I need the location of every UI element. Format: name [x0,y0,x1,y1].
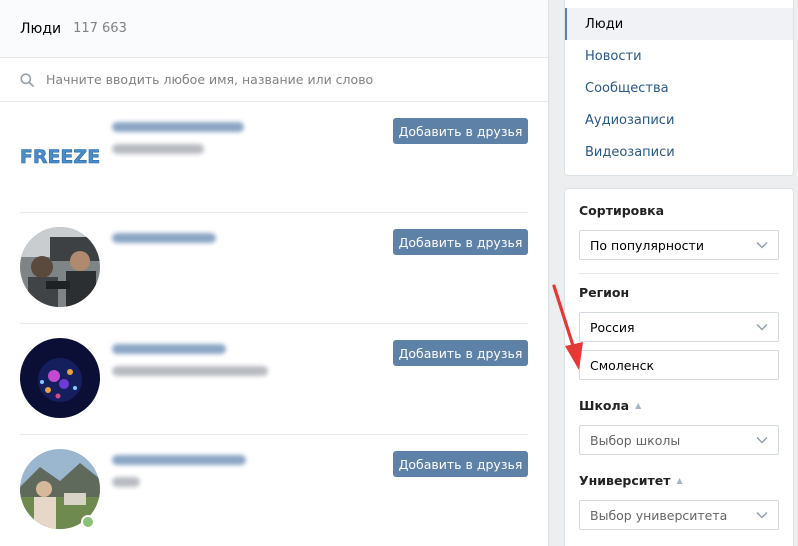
sort-select[interactable]: По популярности [579,230,779,260]
list-item: Добавить в друзья [20,324,528,435]
school-placeholder: Выбор школы [590,432,681,448]
chevron-down-icon [756,241,768,249]
avatar-photo [20,227,100,307]
list-item: Добавить в друзья [20,213,528,324]
university-label[interactable]: Университет ▲ [579,473,779,488]
list-item: FREEZE Добавить в друзья [20,102,528,213]
blurred-name [112,344,226,354]
avatar[interactable] [20,338,100,418]
avatar-photo [20,338,100,418]
search-bar [0,58,548,102]
nav-item-people[interactable]: Люди [565,8,793,40]
school-label[interactable]: Школа ▲ [579,398,779,413]
blurred-subtitle [112,366,268,376]
people-panel: Люди 117 663 FREEZE Добавить в друзья [0,0,549,546]
search-icon [20,72,34,87]
nav-item-news[interactable]: Новости [565,40,793,72]
chevron-down-icon [756,511,768,519]
country-select[interactable]: Россия [579,312,779,342]
nav-item-communities[interactable]: Сообщества [565,72,793,104]
annotation-arrow [552,284,583,370]
university-placeholder: Выбор университета [590,507,728,523]
blurred-name [112,455,246,465]
school-select[interactable]: Выбор школы [579,425,779,455]
search-input[interactable] [46,72,506,87]
region-label: Регион [579,285,630,300]
results-count: 117 663 [73,21,127,36]
city-field[interactable]: Смоленск [579,350,779,380]
avatar[interactable]: FREEZE [20,116,100,196]
add-friend-button[interactable]: Добавить в друзья [393,451,528,477]
online-indicator [81,515,95,529]
city-value: Смоленск [590,357,655,373]
blurred-subtitle [112,477,140,487]
university-select[interactable]: Выбор университета [579,500,779,530]
sort-value: По популярности [590,237,704,253]
page-title: Люди [20,20,62,37]
divider [579,273,779,274]
blurred-name [112,122,244,132]
nav-item-audio[interactable]: Аудиозаписи [565,104,793,136]
filters-panel: Сортировка По популярности Регион Россия… [564,188,794,546]
sort-label: Сортировка [579,203,665,218]
triangle-up-icon: ▲ [635,401,642,410]
avatar-logo-text: FREEZE [20,146,100,168]
triangle-up-icon: ▲ [676,476,683,485]
list-item: Добавить в друзья [20,435,528,546]
page-header: Люди 117 663 [0,0,548,58]
add-friend-button[interactable]: Добавить в друзья [393,118,528,144]
search-sections-menu: Люди Новости Сообщества Аудиозаписи Виде… [564,0,794,176]
add-friend-button[interactable]: Добавить в друзья [393,229,528,255]
avatar-freeze-logo: FREEZE [20,116,100,196]
people-list: FREEZE Добавить в друзья Добавить в друз… [0,102,548,546]
blurred-name [112,233,216,243]
blurred-subtitle [112,144,204,154]
nav-item-video[interactable]: Видеозаписи [565,136,793,168]
add-friend-button[interactable]: Добавить в друзья [393,340,528,366]
avatar[interactable] [20,227,100,307]
chevron-down-icon [756,436,768,444]
country-value: Россия [590,319,635,335]
chevron-down-icon [756,323,768,331]
